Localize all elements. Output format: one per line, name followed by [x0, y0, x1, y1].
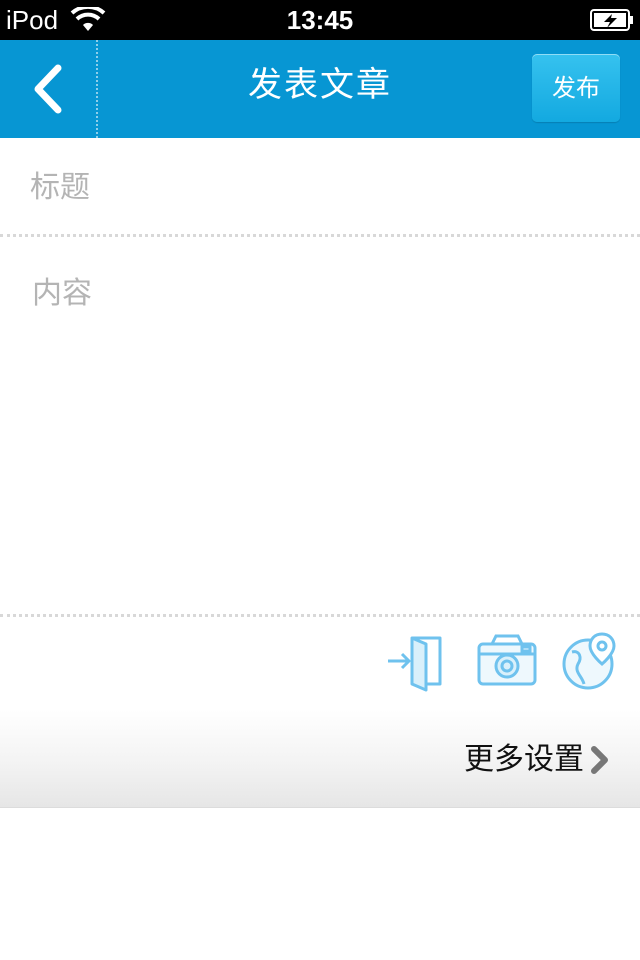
publish-button[interactable]: 发布: [532, 54, 620, 122]
title-input[interactable]: [30, 162, 610, 212]
battery-charging-icon: [590, 9, 633, 31]
page-title: 发表文章: [248, 65, 392, 105]
insert-button[interactable]: [382, 628, 448, 694]
divider: [0, 614, 640, 617]
attachment-toolbar: [0, 618, 640, 710]
location-button[interactable]: [558, 628, 624, 694]
location-globe-icon: [562, 632, 616, 690]
more-settings-row[interactable]: 更多设置: [0, 710, 640, 808]
content-area: [0, 238, 640, 614]
chevron-left-icon: [34, 64, 62, 114]
status-bar: iPod 13:45: [0, 0, 640, 40]
nav-divider: [96, 40, 98, 138]
more-settings-label: 更多设置: [464, 742, 584, 777]
back-button[interactable]: [0, 40, 97, 138]
status-time: 13:45: [286, 5, 354, 35]
camera-button[interactable]: [474, 628, 540, 694]
divider: [0, 234, 640, 237]
camera-icon: [477, 634, 537, 686]
chevron-right-icon: [591, 746, 608, 774]
nav-bar: 发表文章 发布: [0, 40, 640, 138]
title-field: [0, 138, 640, 236]
insert-door-icon: [388, 636, 442, 692]
content-input[interactable]: [32, 268, 612, 598]
